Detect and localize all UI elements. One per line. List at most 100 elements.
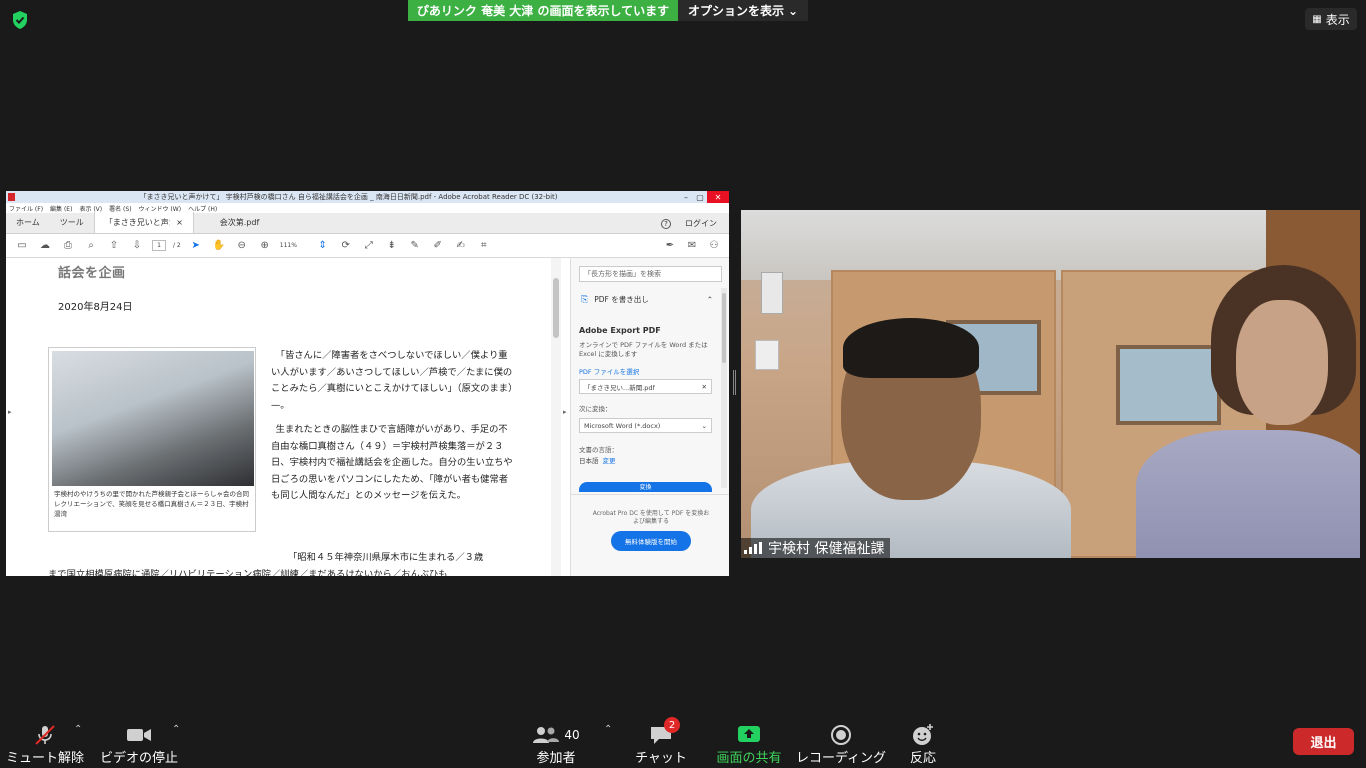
- grid-view-icon: ▦: [1312, 13, 1322, 25]
- record-button[interactable]: レコーディング: [796, 720, 886, 766]
- selected-file-field[interactable]: 「まさき兄い...新聞.pdf ✕: [579, 379, 712, 394]
- acrobat-app-icon: [8, 193, 15, 201]
- export-pdf-label: PDF を書き出し: [594, 295, 649, 304]
- article-body: 「皆さんに／障害者をさべつしないでほしい／僕より重い人がいます／あいさつしてほし…: [271, 348, 514, 513]
- collapse-right-pane-icon[interactable]: ▸: [563, 408, 567, 416]
- email-icon[interactable]: ✉: [684, 238, 700, 254]
- participants-button[interactable]: 40 参加者: [530, 720, 582, 766]
- zoom-out-icon[interactable]: ⊖: [234, 238, 250, 254]
- tab-agenda-document[interactable]: 会次第.pdf: [210, 212, 270, 233]
- page-up-icon[interactable]: ⇧: [106, 238, 122, 254]
- chevron-down-icon: ⌄: [787, 3, 799, 18]
- article-paragraph: まで国立相模原病院に通院／リハビリテーション病院／訓練／まだあるけないから／おん…: [48, 568, 448, 577]
- share-screen-button[interactable]: 画面の共有: [716, 720, 782, 766]
- view-button[interactable]: ▦ 表示: [1305, 8, 1357, 30]
- article-body-continued: 「昭和４５年神奈川県厚木市に生まれる／３歳 まで国立相模原病院に通院／リハビリテ…: [48, 550, 518, 576]
- collapse-left-pane-icon[interactable]: ▸: [8, 408, 12, 416]
- pane-divider: [571, 494, 729, 495]
- export-pdf-tool[interactable]: ⎘ PDF を書き出し ⌃: [581, 294, 713, 305]
- view-label: 表示: [1325, 12, 1350, 27]
- chevron-up-icon[interactable]: ⌃: [707, 295, 713, 304]
- reactions-button[interactable]: 反応: [906, 720, 940, 766]
- select-cursor-icon[interactable]: ➤: [188, 238, 204, 254]
- audio-options-caret[interactable]: ⌃: [74, 724, 82, 735]
- person-hair: [843, 318, 979, 378]
- tab-tools[interactable]: ツール: [50, 212, 94, 233]
- article-date: 2020年8月24日: [58, 302, 133, 313]
- share-screen-label: 画面の共有: [716, 751, 782, 766]
- security-shield-icon[interactable]: [9, 9, 31, 31]
- page-total: / 2: [173, 242, 181, 249]
- page-number-input[interactable]: 1: [152, 240, 166, 251]
- document-scroll-thumb[interactable]: [553, 278, 559, 338]
- rotate-icon[interactable]: ⟳: [338, 238, 354, 254]
- tools-search-input[interactable]: 「長方形を描画」を検索: [579, 266, 722, 282]
- signal-strength-icon: [744, 542, 762, 554]
- participant-video[interactable]: [741, 210, 1360, 558]
- fit-page-icon[interactable]: ⇕: [315, 238, 331, 254]
- split-view-handle[interactable]: [733, 370, 736, 395]
- article-photo-image: [52, 351, 254, 486]
- save-icon[interactable]: ▭: [14, 238, 30, 254]
- chat-unread-badge: 2: [664, 717, 680, 733]
- help-icon[interactable]: ?: [661, 218, 671, 229]
- page-down-icon[interactable]: ⇩: [129, 238, 145, 254]
- convert-to-label: 次に変換：: [579, 405, 612, 413]
- upload-cloud-icon[interactable]: ☁: [37, 238, 53, 254]
- select-pdf-file-link[interactable]: PDF ファイルを選択: [579, 366, 639, 376]
- print-icon[interactable]: ⎙: [60, 238, 76, 254]
- draw-icon[interactable]: ✍: [453, 238, 469, 254]
- chevron-down-icon: ⌄: [701, 421, 707, 430]
- change-language-link[interactable]: 変更: [603, 457, 616, 465]
- zoom-in-icon[interactable]: ⊕: [257, 238, 273, 254]
- record-label: レコーディング: [795, 751, 887, 766]
- document-language-label: 文書の言語：: [579, 446, 618, 454]
- close-window-icon[interactable]: ✕: [707, 191, 729, 203]
- full-screen-icon[interactable]: ⤢: [361, 238, 377, 254]
- document-language: 日本語 変更: [579, 455, 616, 465]
- free-trial-button[interactable]: 無料体験版を開始: [611, 531, 691, 551]
- document-scrollbar[interactable]: [551, 258, 561, 576]
- convert-format-value: Microsoft Word (*.docx): [584, 421, 661, 430]
- scroll-mode-icon[interactable]: ⇟: [384, 238, 400, 254]
- article-heading: 話会を企画: [58, 266, 126, 281]
- convert-button[interactable]: 変換: [579, 482, 712, 492]
- tab-home[interactable]: ホーム: [6, 212, 50, 233]
- zoom-level-select[interactable]: 111%: [280, 242, 308, 249]
- acrobat-window-title: 「まさき兄いと声かけて」 宇検村芦検の橋口さん 自ら福祉講話会を企画 _ 南海日…: [139, 193, 558, 201]
- video-options-caret[interactable]: ⌃: [172, 724, 180, 735]
- tab-current-document-label: 「まさき兄いと声か...: [104, 218, 170, 227]
- participants-options-caret[interactable]: ⌃: [604, 724, 612, 735]
- record-icon: [830, 723, 852, 747]
- remove-file-icon[interactable]: ✕: [702, 383, 707, 391]
- minimize-icon[interactable]: –: [679, 191, 693, 203]
- share-screen-icon: [737, 723, 761, 747]
- maximize-icon[interactable]: ▢: [693, 191, 707, 203]
- participants-label: 参加者: [536, 751, 576, 766]
- fill-sign-icon[interactable]: ✒: [662, 238, 678, 254]
- article-photo-caption: 宇検村のやけうちの里で開かれた芦検親子会とほーらしゃ会の合同レクリエーションで、…: [54, 490, 249, 518]
- view-options-button[interactable]: オプションを表示 ⌄: [678, 0, 808, 21]
- leave-meeting-button[interactable]: 退出: [1293, 728, 1354, 755]
- hand-tool-icon[interactable]: ✋: [211, 238, 227, 254]
- login-button[interactable]: ログイン: [685, 218, 717, 229]
- unmute-button[interactable]: ミュート解除: [6, 720, 84, 766]
- convert-format-select[interactable]: Microsoft Word (*.docx) ⌄: [579, 418, 712, 433]
- screen-share-banner: ぴあリンク 奄美 大津 の画面を表示しています: [408, 0, 678, 21]
- share-user-icon[interactable]: ⚇: [706, 238, 722, 254]
- highlight-icon[interactable]: ✐: [430, 238, 446, 254]
- pane-scrollbar[interactable]: [721, 288, 727, 488]
- article-paragraph: 「皆さんに／障害者をさべつしないでほしい／僕より重い人がいます／あいさつしてほし…: [271, 350, 513, 411]
- stamp-icon[interactable]: ⌗: [476, 238, 492, 254]
- tab-current-document[interactable]: 「まさき兄いと声か... ×: [93, 212, 194, 233]
- acrobat-title-bar: 「まさき兄いと声かけて」 宇検村芦検の橋口さん 自ら福祉講話会を企画 _ 南海日…: [6, 191, 729, 203]
- export-panel-title: Adobe Export PDF: [579, 326, 661, 335]
- acrobat-pro-promo: Acrobat Pro DC を使用して PDF を変換および編集する: [592, 510, 710, 525]
- close-tab-icon[interactable]: ×: [176, 218, 183, 227]
- pane-scroll-thumb[interactable]: [722, 293, 726, 363]
- person-face: [1236, 300, 1328, 425]
- pdf-document-view[interactable]: ▸ 話会を企画 2020年8月24日 宇検村のやけうちの里で開かれた芦検親子会と…: [6, 258, 561, 576]
- search-icon[interactable]: ⌕: [83, 238, 99, 254]
- stop-video-button[interactable]: ビデオの停止: [100, 720, 178, 766]
- comment-icon[interactable]: ✎: [407, 238, 423, 254]
